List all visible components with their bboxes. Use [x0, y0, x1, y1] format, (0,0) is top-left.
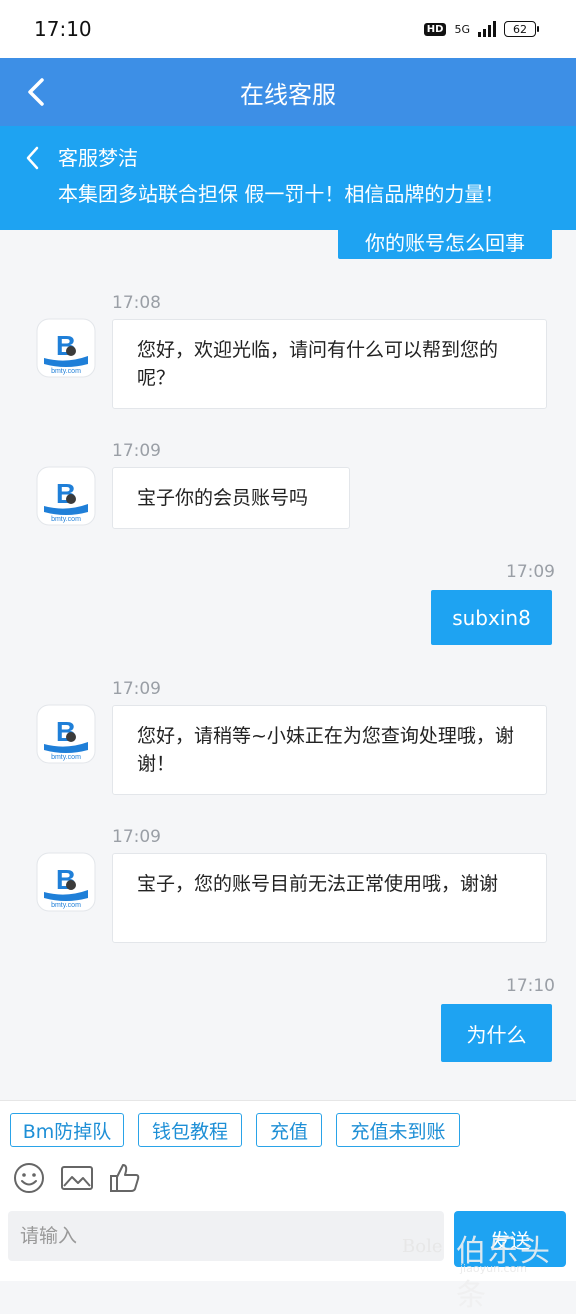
incoming-message: 宝子，您的账号目前无法正常使用哦，谢谢 — [112, 853, 547, 943]
battery-icon: 62 — [504, 21, 539, 37]
message-text: 你的账号怎么回事 — [365, 231, 525, 255]
svg-text:bmty.com: bmty.com — [51, 516, 81, 523]
message-input[interactable] — [8, 1211, 444, 1261]
quick-reply-button[interactable]: 充值未到账 — [336, 1113, 460, 1147]
quick-reply-label: 钱包教程 — [151, 1120, 228, 1143]
quick-reply-label: Bm防掉队 — [22, 1120, 112, 1143]
svg-text:B: B — [56, 330, 76, 361]
image-icon[interactable] — [60, 1161, 94, 1195]
watermark: Bole 伯乐头条 jiaoyun.com — [400, 1222, 576, 1313]
quick-reply-button[interactable]: 充值 — [256, 1113, 322, 1147]
message-text: 您好，欢迎光临，请问有什么可以帮到您的呢？ — [137, 339, 499, 389]
hd-icon: HD — [423, 22, 447, 36]
svg-text:bmty.com: bmty.com — [51, 754, 81, 761]
incoming-message: 宝子你的会员账号吗 — [112, 467, 350, 529]
quick-reply-button[interactable]: 钱包教程 — [138, 1113, 242, 1147]
agent-avatar-icon: B bmty.com — [36, 704, 96, 764]
message-text: 宝子，您的账号目前无法正常使用哦，谢谢 — [137, 873, 499, 895]
message-timestamp: 17:10 — [506, 976, 555, 996]
message-text: subxin8 — [452, 605, 531, 630]
svg-text:bmty.com: bmty.com — [51, 902, 81, 909]
agent-avatar-icon: B bmty.com — [36, 852, 96, 912]
chat-area[interactable]: 你的账号怎么回事 17:08 B bmty.com 您好，欢迎光临，请问有什么可… — [0, 230, 576, 1100]
message-timestamp: 17:08 — [112, 293, 161, 313]
thumbs-up-icon[interactable] — [108, 1161, 142, 1195]
quick-reply-label: 充值 — [269, 1120, 308, 1143]
outgoing-message: 你的账号怎么回事 — [338, 230, 552, 259]
battery-level: 62 — [513, 22, 527, 36]
message-timestamp: 17:09 — [112, 679, 161, 699]
message-timestamp: 17:09 — [112, 827, 161, 847]
agent-name: 客服梦洁 — [58, 146, 138, 170]
status-bar: 17:10 HD 5G 62 — [0, 0, 576, 58]
page-title: 在线客服 — [240, 80, 336, 109]
outgoing-message: subxin8 — [431, 590, 552, 645]
incoming-message: 您好，欢迎光临，请问有什么可以帮到您的呢？ — [112, 319, 547, 409]
banner-slogan: 本集团多站联合担保 假一罚十！相信品牌的力量！ — [58, 182, 505, 206]
watermark-latin: Bole — [402, 1236, 443, 1257]
outgoing-message: 为什么 — [441, 1004, 552, 1062]
avatar-text: bmty.com — [51, 368, 81, 375]
incoming-message: 您好，请稍等~小妹正在为您查询处理哦，谢谢！ — [112, 705, 547, 795]
nav-bar: 在线客服 — [0, 58, 576, 126]
chevron-left-icon[interactable] — [22, 144, 44, 172]
quick-reply-label: 充值未到账 — [350, 1120, 446, 1143]
emoji-icon[interactable] — [12, 1161, 46, 1195]
network-label: 5G — [454, 22, 470, 36]
svg-text:B: B — [56, 478, 76, 509]
status-time: 17:10 — [34, 17, 92, 41]
message-timestamp: 17:09 — [506, 562, 555, 582]
message-text: 宝子你的会员账号吗 — [137, 487, 309, 509]
signal-icon — [478, 21, 496, 37]
back-arrow-icon[interactable] — [20, 72, 60, 112]
agent-banner: 客服梦洁 本集团多站联合担保 假一罚十！相信品牌的力量！ — [0, 126, 576, 230]
message-text: 为什么 — [466, 1022, 527, 1047]
agent-avatar-icon: B bmty.com — [36, 318, 96, 378]
status-icons: HD 5G 62 — [423, 21, 539, 37]
quick-reply-button[interactable]: Bm防掉队 — [10, 1113, 124, 1147]
watermark-small: jiaoyun.com — [460, 1262, 528, 1275]
svg-text:B: B — [56, 716, 76, 747]
agent-avatar-icon: B bmty.com — [36, 466, 96, 526]
message-text: 您好，请稍等~小妹正在为您查询处理哦，谢谢！ — [137, 725, 514, 775]
svg-text:B: B — [56, 864, 76, 895]
message-timestamp: 17:09 — [112, 441, 161, 461]
